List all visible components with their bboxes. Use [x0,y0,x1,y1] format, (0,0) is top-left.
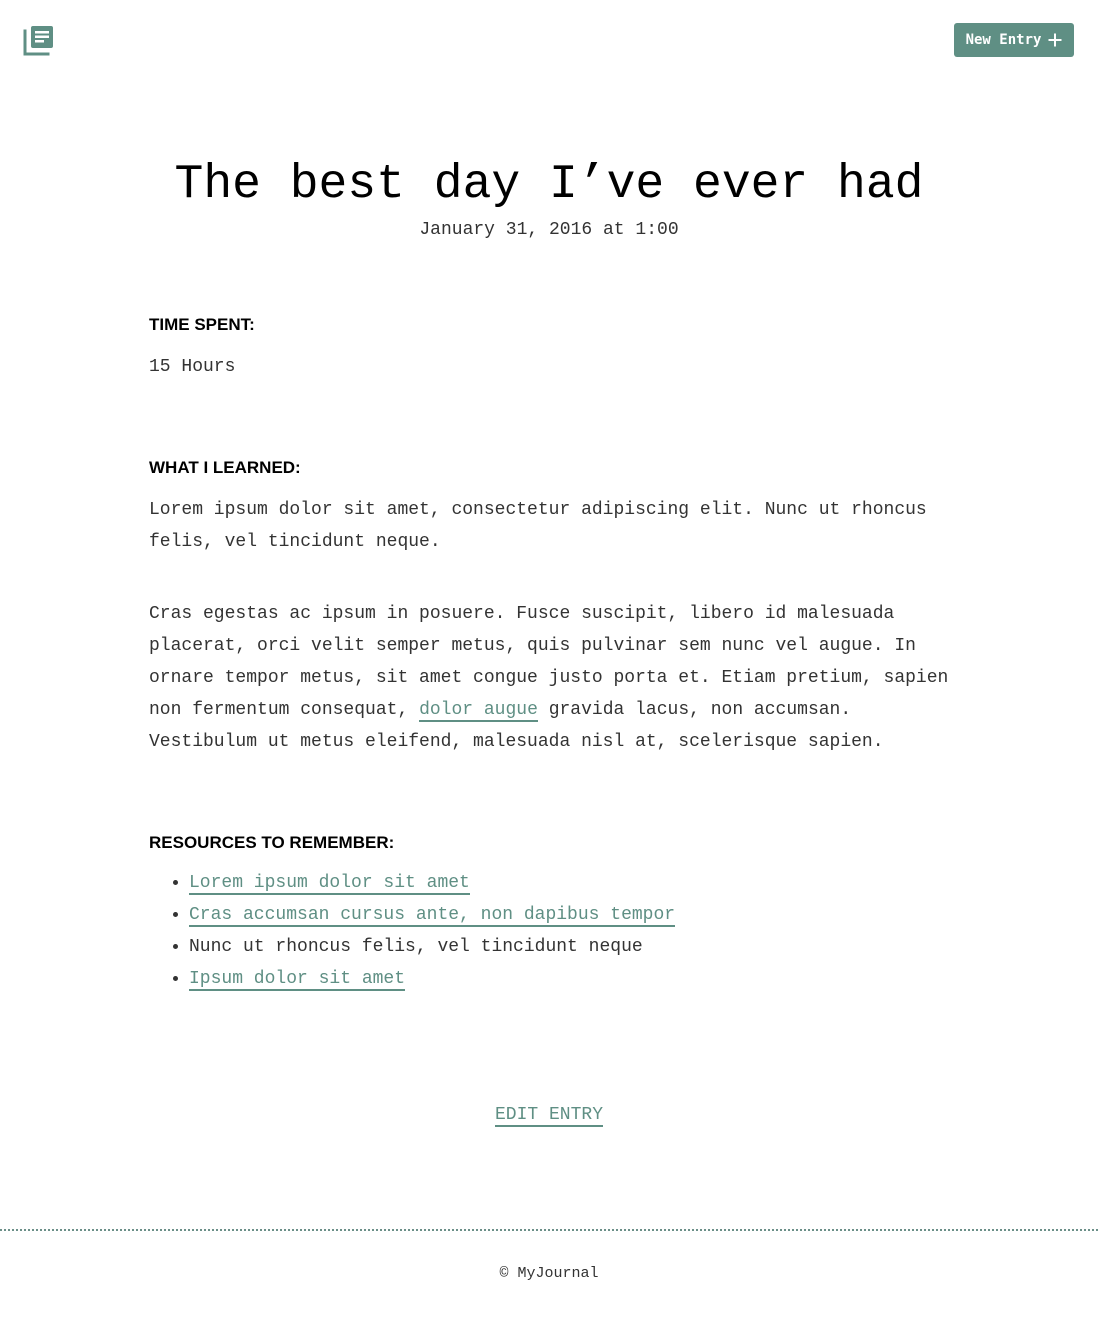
learned-heading: WHAT I LEARNED: [149,458,301,477]
resources-list: Lorem ipsum dolor sit amet Cras accumsan… [149,867,676,995]
dolor-augue-link[interactable]: dolor augue [419,700,538,722]
entry-title: The best day I’ve ever had [174,158,924,212]
resource-item: Ipsum dolor sit amet [189,963,675,995]
resources-heading: RESOURCES TO REMEMBER: [149,833,395,852]
resource-link[interactable]: Cras accumsan cursus ante, non dapibus t… [189,905,676,927]
resource-item: Lorem ipsum dolor sit amet [189,867,675,899]
footer-copyright: © MyJournal [499,1265,599,1282]
new-entry-label: New Entry [965,32,1042,48]
resource-link[interactable]: Lorem ipsum dolor sit amet [189,873,470,895]
learned-paragraph-1: Lorem ipsum dolor sit amet, consectetur … [149,500,927,552]
footer-divider [0,1229,1098,1231]
journal-logo-icon[interactable] [22,23,56,57]
journal-icon [23,26,53,56]
resource-item: Nunc ut rhoncus felis, vel tincidunt neq… [189,931,675,963]
edit-entry-container: EDIT ENTRY [0,1099,1098,1131]
plus-icon [1048,33,1062,47]
learned-paragraph-2: Cras egestas ac ipsum in posuere. Fusce … [149,598,969,758]
entry-date: January 31, 2016 at 1:00 [419,220,679,240]
time-spent-heading: TIME SPENT: [149,315,255,334]
new-entry-button[interactable]: New Entry [954,23,1074,57]
resource-item: Cras accumsan cursus ante, non dapibus t… [189,899,676,931]
resource-link[interactable]: Ipsum dolor sit amet [189,969,406,991]
resource-text: Nunc ut rhoncus felis, vel tincidunt neq… [189,937,643,957]
edit-entry-link[interactable]: EDIT ENTRY [494,1105,604,1127]
time-spent-value: 15 Hours [149,357,236,377]
